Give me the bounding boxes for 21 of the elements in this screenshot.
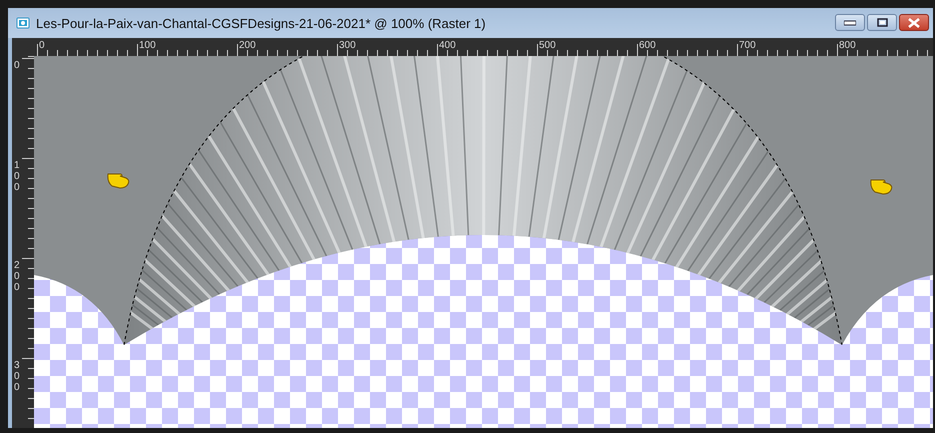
ruler-label: 700 xyxy=(739,40,756,51)
ruler-label: 300 xyxy=(14,360,20,393)
ruler-label: 0 xyxy=(39,40,45,51)
ruler-label: 800 xyxy=(839,40,856,51)
minimize-icon xyxy=(844,20,856,26)
ruler-label: 300 xyxy=(339,40,356,51)
minimize-button[interactable] xyxy=(835,14,865,31)
ruler-label: 0 xyxy=(14,60,20,71)
ruler-label: 200 xyxy=(239,40,256,51)
close-button[interactable] xyxy=(899,14,929,31)
ruler-label: 500 xyxy=(539,40,556,51)
ruler-label: 400 xyxy=(439,40,456,51)
window-title: Les-Pour-la-Paix-van-Chantal-CGSFDesigns-21-06-2021* @ 100% (Raster 1) xyxy=(36,16,487,30)
close-icon xyxy=(908,18,920,28)
ruler-label: 600 xyxy=(639,40,656,51)
image-file-icon xyxy=(16,16,30,30)
maximize-icon xyxy=(876,18,888,27)
ruler-label: 100 xyxy=(139,40,156,51)
ruler-label: 200 xyxy=(14,260,20,293)
ruler-label: 100 xyxy=(14,160,20,193)
maximize-button[interactable] xyxy=(867,14,897,31)
